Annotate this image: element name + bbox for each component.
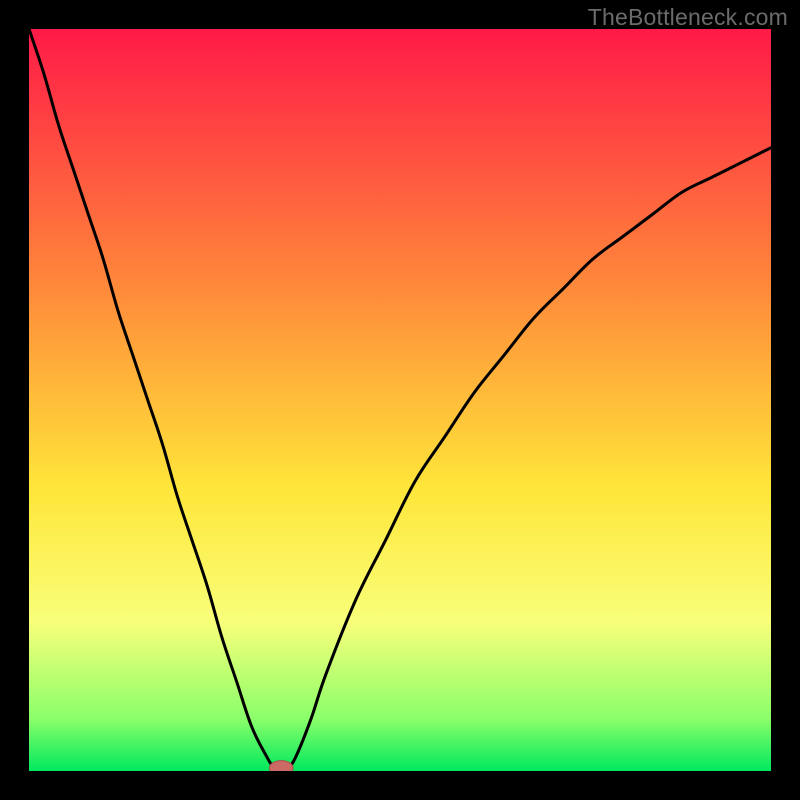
minimum-marker [269,761,293,771]
watermark-text: TheBottleneck.com [588,4,788,31]
bottleneck-chart [29,29,771,771]
gradient-background [29,29,771,771]
chart-frame: TheBottleneck.com [0,0,800,800]
plot-area [29,29,771,771]
